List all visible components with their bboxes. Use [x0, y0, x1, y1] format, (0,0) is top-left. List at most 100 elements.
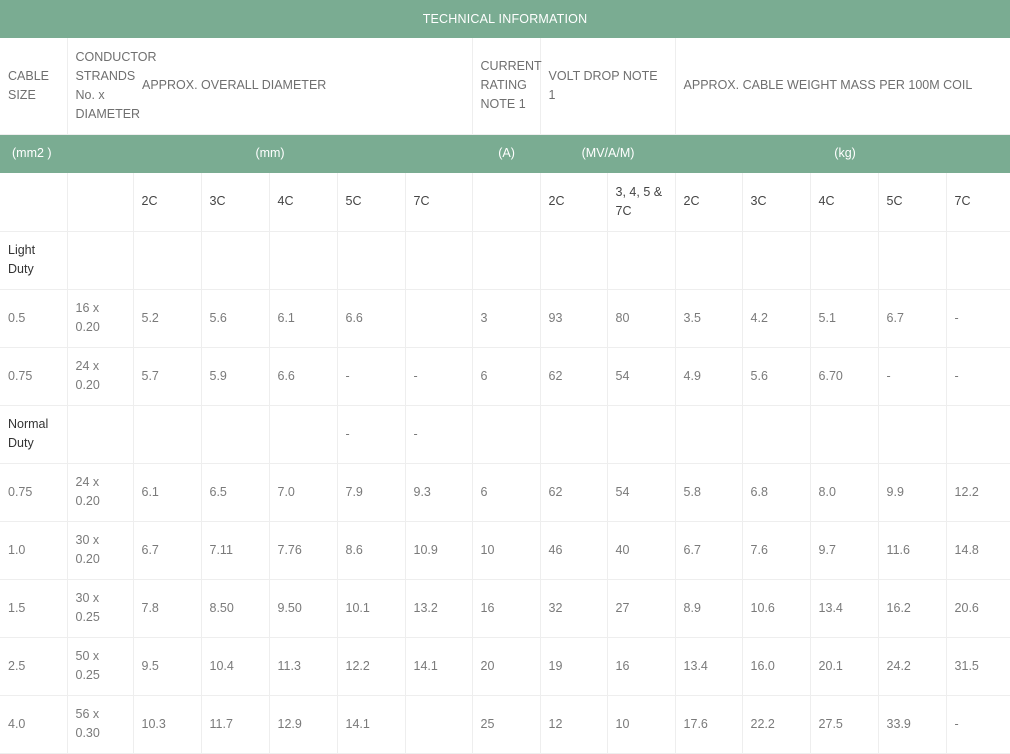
table-cell: 5.9 [201, 347, 270, 406]
table-cell [133, 231, 202, 290]
table-cell: 5.1 [810, 289, 879, 348]
table-cell: 14.1 [337, 695, 406, 754]
section-row: Light Duty [0, 231, 1010, 290]
table-cell: 5C [878, 173, 947, 232]
table-cell: 3C [742, 173, 811, 232]
table-title: TECHNICAL INFORMATION [0, 0, 1010, 38]
table-cell: - [878, 347, 947, 406]
table-cell: 40 [607, 521, 676, 580]
table-cell: 5.6 [742, 347, 811, 406]
column-header-row: CABLE SIZE CONDUCTOR STRANDS No. x DIAME… [0, 38, 1010, 135]
table-cell: 10.9 [405, 521, 473, 580]
table-cell: 4.0 [0, 695, 68, 754]
table-cell [0, 173, 68, 232]
table-cell: 7.9 [337, 463, 406, 522]
table-cell: 4C [810, 173, 879, 232]
table-cell: 54 [607, 347, 676, 406]
table-cell: 8.50 [201, 579, 270, 638]
table-cell: 6.70 [810, 347, 879, 406]
table-cell: 10 [607, 695, 676, 754]
table-cell [742, 405, 811, 464]
table-row: 2.5 50 x 0.25 9.5 10.4 11.3 12.2 14.1 20 19 16 13.… [0, 637, 1010, 696]
table-cell: 6.7 [133, 521, 202, 580]
table-cell: 16 [472, 579, 541, 638]
table-cell: 20.1 [810, 637, 879, 696]
table-cell [472, 405, 541, 464]
header-current-rating: CURRENT RATING NOTE 1 [472, 38, 542, 135]
table-cell [675, 405, 743, 464]
table-cell: 7C [405, 173, 473, 232]
table-cell: 10 [472, 521, 541, 580]
unit-diameter: (mm) [255, 146, 285, 161]
table-cell: 3.5 [675, 289, 743, 348]
table-cell: 30 x 0.20 [67, 521, 134, 580]
table-cell: 32 [540, 579, 608, 638]
header-cable-size: CABLE SIZE [0, 38, 68, 135]
table-cell: 9.9 [878, 463, 947, 522]
table-cell [607, 231, 676, 290]
table-cell [201, 231, 270, 290]
table-cell: 24.2 [878, 637, 947, 696]
table-cell: 5.8 [675, 463, 743, 522]
table-cell: 7.76 [269, 521, 338, 580]
table-cell: - [405, 347, 473, 406]
table-cell: Normal Duty [0, 405, 68, 464]
table-cell: 19 [540, 637, 608, 696]
table-cell: 17.6 [675, 695, 743, 754]
table-cell: 31.5 [946, 637, 1010, 696]
table-cell: 2C [675, 173, 743, 232]
table-cell: 3C [201, 173, 270, 232]
table-cell: 27.5 [810, 695, 879, 754]
table-cell: 25 [472, 695, 541, 754]
unit-size: (mm2 ) [12, 146, 52, 161]
table-cell: 8.0 [810, 463, 879, 522]
subheader-row: 2C 3C 4C 5C 7C 2C 3, 4, 5 & 7C 2C 3C 4C 5C 7C [0, 173, 1010, 232]
table-cell [540, 231, 608, 290]
table-cell: 8.9 [675, 579, 743, 638]
table-cell: 12 [540, 695, 608, 754]
table-cell: 7.11 [201, 521, 270, 580]
table-cell: 5.2 [133, 289, 202, 348]
table-cell: 9.50 [269, 579, 338, 638]
table-cell [607, 405, 676, 464]
table-cell: 16 x 0.20 [67, 289, 134, 348]
table-cell: 7.0 [269, 463, 338, 522]
table-cell: 13.4 [675, 637, 743, 696]
table-cell: 5C [337, 173, 406, 232]
table-cell: 6.7 [878, 289, 947, 348]
header-cable-weight: APPROX. CABLE WEIGHT MASS PER 100M COIL [675, 38, 1010, 135]
table-cell: - [946, 695, 1010, 754]
table-cell [878, 231, 947, 290]
table-cell: 22.2 [742, 695, 811, 754]
table-cell: 0.75 [0, 463, 68, 522]
table-cell: - [337, 347, 406, 406]
table-cell: - [405, 405, 473, 464]
table-cell [133, 405, 202, 464]
table-row: 0.75 24 x 0.20 5.7 5.9 6.6- -6 62 54 4.9 5.6 6.70-… [0, 347, 1010, 406]
table-cell: 30 x 0.25 [67, 579, 134, 638]
table-cell: 6.6 [337, 289, 406, 348]
section-row: Normal Duty - - [0, 405, 1010, 464]
table-cell [946, 405, 1010, 464]
table-cell: 10.1 [337, 579, 406, 638]
table-cell [67, 405, 134, 464]
table-cell: 0.75 [0, 347, 68, 406]
table-cell: 12.9 [269, 695, 338, 754]
table-cell [405, 289, 473, 348]
units-row: (mm2 ) (mm) (A) (MV/A/M) (kg) [0, 134, 1010, 173]
table-cell: 20 [472, 637, 541, 696]
table-cell: 6.8 [742, 463, 811, 522]
table-cell [337, 231, 406, 290]
table-cell: - [337, 405, 406, 464]
table-cell: 24 x 0.20 [67, 463, 134, 522]
table-cell: 62 [540, 347, 608, 406]
table-cell [810, 231, 879, 290]
table-row: 1.0 30 x 0.20 6.7 7.11 7.76 8.6 10.9 10 46 40 6.7 7… [0, 521, 1010, 580]
table-cell: 3 [472, 289, 541, 348]
table-cell [810, 405, 879, 464]
table-cell: 13.2 [405, 579, 473, 638]
header-overall-diameter: APPROX. OVERALL DIAMETER [133, 38, 473, 135]
table-cell: 24 x 0.20 [67, 347, 134, 406]
table-cell: 62 [540, 463, 608, 522]
table-cell [201, 405, 270, 464]
